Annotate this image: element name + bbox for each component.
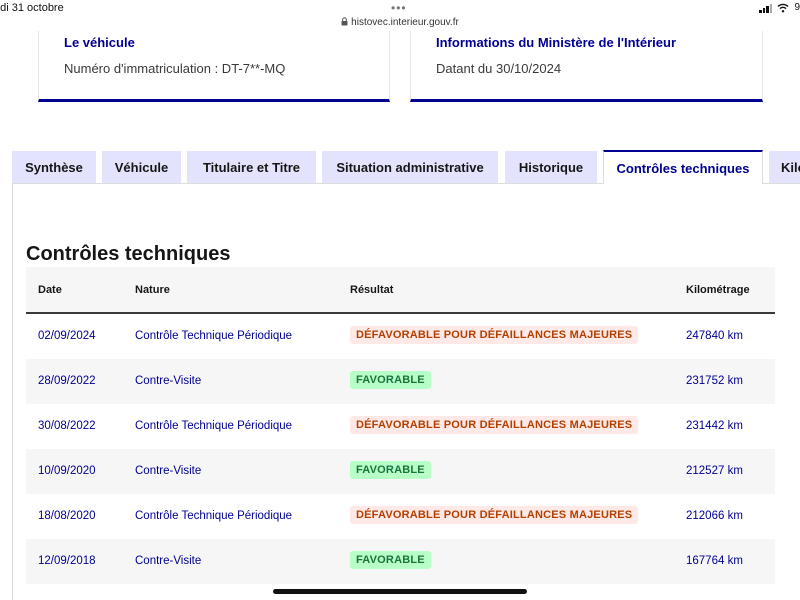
table-header: Date Nature Résultat Kilométrage	[26, 267, 775, 314]
cell-date: 12/09/2018	[38, 555, 96, 567]
tab-historique[interactable]: Historique	[505, 151, 597, 183]
wifi-icon	[777, 3, 789, 12]
status-icons: 9	[759, 2, 800, 13]
result-badge-unfavorable: DÉFAVORABLE POUR DÉFAILLANCES MAJEURES	[350, 326, 639, 344]
tab-synthese[interactable]: Synthèse	[12, 151, 96, 183]
cell-mileage: 231442 km	[686, 420, 743, 432]
tab-kilometrage[interactable]: Kilo	[769, 151, 800, 183]
table-row: 12/09/2018 Contre-Visite FAVORABLE 16776…	[26, 539, 775, 584]
tab-situation-administrative[interactable]: Situation administrative	[322, 151, 498, 183]
ministry-card-title: Informations du Ministère de l'Intérieur	[436, 35, 677, 50]
tab-titulaire-et-titre[interactable]: Titulaire et Titre	[187, 151, 316, 183]
table-row: 18/08/2020 Contrôle Technique Périodique…	[26, 494, 775, 539]
cell-date: 02/09/2024	[38, 330, 96, 342]
cell-date: 18/08/2020	[38, 510, 96, 522]
registration-number: Numéro d'immatriculation : DT-7**-MQ	[64, 61, 286, 76]
tab-vehicule[interactable]: Véhicule	[102, 151, 181, 183]
cell-nature: Contrôle Technique Périodique	[135, 330, 293, 342]
header-result[interactable]: Résultat	[350, 284, 393, 296]
header-mileage[interactable]: Kilométrage	[686, 284, 750, 296]
section-title: Contrôles techniques	[26, 243, 231, 265]
multitask-dots-icon[interactable]: •••	[391, 1, 407, 15]
lock-icon	[341, 17, 348, 26]
table-row: 28/09/2022 Contre-Visite FAVORABLE 23175…	[26, 359, 775, 404]
cell-mileage: 231752 km	[686, 375, 743, 387]
cell-date: 30/08/2022	[38, 420, 96, 432]
data-date: Datant du 30/10/2024	[436, 61, 562, 76]
result-badge-favorable: FAVORABLE	[350, 371, 431, 389]
header-date[interactable]: Date	[38, 284, 62, 296]
result-badge-unfavorable: DÉFAVORABLE POUR DÉFAILLANCES MAJEURES	[350, 506, 639, 524]
tab-controles-techniques[interactable]: Contrôles techniques	[603, 150, 763, 184]
cell-nature: Contre-Visite	[135, 465, 202, 477]
result-badge-favorable: FAVORABLE	[350, 551, 431, 569]
cell-nature: Contre-Visite	[135, 555, 202, 567]
table-row: 10/09/2020 Contre-Visite FAVORABLE 21252…	[26, 449, 775, 494]
technical-inspections-table: Date Nature Résultat Kilométrage 02/09/2…	[26, 267, 775, 600]
result-badge-unfavorable: DÉFAVORABLE POUR DÉFAILLANCES MAJEURES	[350, 416, 639, 434]
ministry-card: Informations du Ministère de l'Intérieur…	[410, 31, 763, 102]
home-indicator[interactable]	[273, 589, 527, 594]
status-time: udi 31 octobre	[0, 2, 64, 14]
table-body: 02/09/2024 Contrôle Technique Périodique…	[26, 314, 775, 600]
cell-date: 28/09/2022	[38, 375, 96, 387]
tab-bar: Synthèse Véhicule Titulaire et Titre Sit…	[0, 150, 800, 184]
vehicle-card-title: Le véhicule	[64, 35, 135, 50]
url-text[interactable]: histovec.interieur.gouv.fr	[351, 17, 459, 28]
cell-mileage: 212527 km	[686, 465, 743, 477]
cell-mileage: 247840 km	[686, 330, 743, 342]
cell-mileage: 212066 km	[686, 510, 743, 522]
battery-level: 9	[794, 2, 800, 13]
table-row: 02/09/2024 Contrôle Technique Périodique…	[26, 314, 775, 359]
cell-nature: Contrôle Technique Périodique	[135, 420, 293, 432]
cell-nature: Contre-Visite	[135, 375, 202, 387]
cell-mileage: 167764 km	[686, 555, 743, 567]
cell-nature: Contrôle Technique Périodique	[135, 510, 293, 522]
header-nature[interactable]: Nature	[135, 284, 170, 296]
cell-date: 10/09/2020	[38, 465, 96, 477]
address-bar[interactable]: histovec.interieur.gouv.fr	[0, 17, 800, 28]
table-row: 30/08/2022 Contrôle Technique Périodique…	[26, 404, 775, 449]
vehicle-card: Le véhicule Numéro d'immatriculation : D…	[38, 31, 390, 102]
result-badge-favorable: FAVORABLE	[350, 461, 431, 479]
signal-icon	[759, 3, 773, 13]
